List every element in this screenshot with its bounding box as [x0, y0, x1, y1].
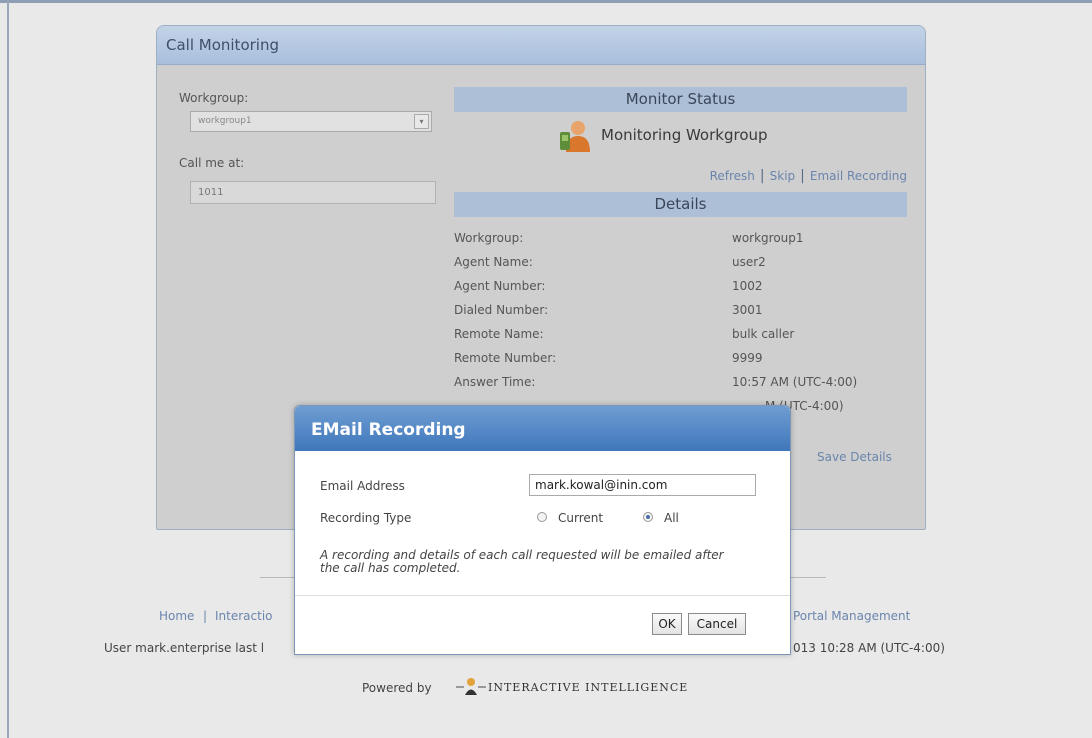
portal-management-link[interactable]: Portal Management — [793, 609, 910, 623]
workgroup-select-value: workgroup1 — [198, 116, 252, 126]
radio-all-label: All — [664, 511, 679, 525]
callme-field[interactable]: 1011 — [190, 181, 436, 204]
interactive-intelligence-logo-icon — [456, 678, 486, 695]
footer-divider — [790, 577, 826, 578]
detail-value: workgroup1 — [732, 231, 804, 245]
panel-title: Call Monitoring — [157, 26, 925, 65]
window-top-border — [0, 0, 1092, 3]
detail-value: 10:57 AM (UTC-4:00) — [732, 375, 858, 389]
workgroup-select[interactable]: workgroup1 ▾ — [190, 111, 432, 132]
detail-value: 9999 — [732, 351, 763, 365]
chevron-down-icon: ▾ — [414, 114, 429, 129]
radio-all[interactable] — [643, 512, 653, 522]
last-login-suffix: 013 10:28 AM (UTC-4:00) — [793, 641, 945, 655]
detail-label: Agent Number: — [454, 279, 546, 293]
skip-link[interactable]: Skip — [770, 169, 796, 183]
save-details-link[interactable]: Save Details — [817, 450, 892, 464]
ok-button[interactable]: OK — [652, 613, 682, 635]
window-left-border — [7, 0, 9, 738]
action-links: Refresh | Skip | Email Recording — [710, 168, 907, 184]
link-separator: | — [759, 168, 765, 184]
workgroup-label: Workgroup: — [179, 91, 249, 105]
detail-label: Workgroup: — [454, 231, 524, 245]
interaction-link[interactable]: Interactio — [215, 609, 273, 623]
detail-value: bulk caller — [732, 327, 795, 341]
dialog-divider — [295, 595, 790, 596]
details-heading: Details — [454, 192, 907, 217]
email-recording-link[interactable]: Email Recording — [810, 169, 907, 183]
footer-separator: | — [203, 609, 208, 623]
detail-label: Answer Time: — [454, 375, 536, 389]
powered-by-text: Powered by — [362, 681, 432, 695]
detail-value: 1002 — [732, 279, 763, 293]
refresh-link[interactable]: Refresh — [710, 169, 755, 183]
email-address-label: Email Address — [320, 479, 405, 493]
monitor-status-text: Monitoring Workgroup — [601, 126, 768, 144]
dialog-title: EMail Recording — [295, 406, 790, 451]
detail-value: user2 — [732, 255, 766, 269]
callme-label: Call me at: — [179, 156, 245, 170]
last-login-prefix: User mark.enterprise last l — [104, 641, 265, 655]
recording-type-label: Recording Type — [320, 511, 412, 525]
email-address-input[interactable] — [529, 474, 756, 496]
cancel-button[interactable]: Cancel — [688, 613, 746, 635]
email-recording-dialog: EMail Recording Email Address Recording … — [294, 405, 791, 655]
detail-label: Remote Number: — [454, 351, 557, 365]
link-separator: | — [800, 168, 805, 184]
dialog-note: A recording and details of each call req… — [320, 548, 724, 575]
detail-label: Remote Name: — [454, 327, 544, 341]
agent-monitor-icon — [560, 121, 590, 152]
home-link[interactable]: Home — [159, 609, 194, 623]
radio-current-label: Current — [558, 511, 604, 525]
radio-current[interactable] — [537, 512, 547, 522]
detail-label: Dialed Number: — [454, 303, 549, 317]
detail-label: Agent Name: — [454, 255, 533, 269]
detail-value: 3001 — [732, 303, 763, 317]
brand-name: Interactive Intelligence — [488, 681, 689, 694]
monitor-status-heading: Monitor Status — [454, 87, 907, 112]
